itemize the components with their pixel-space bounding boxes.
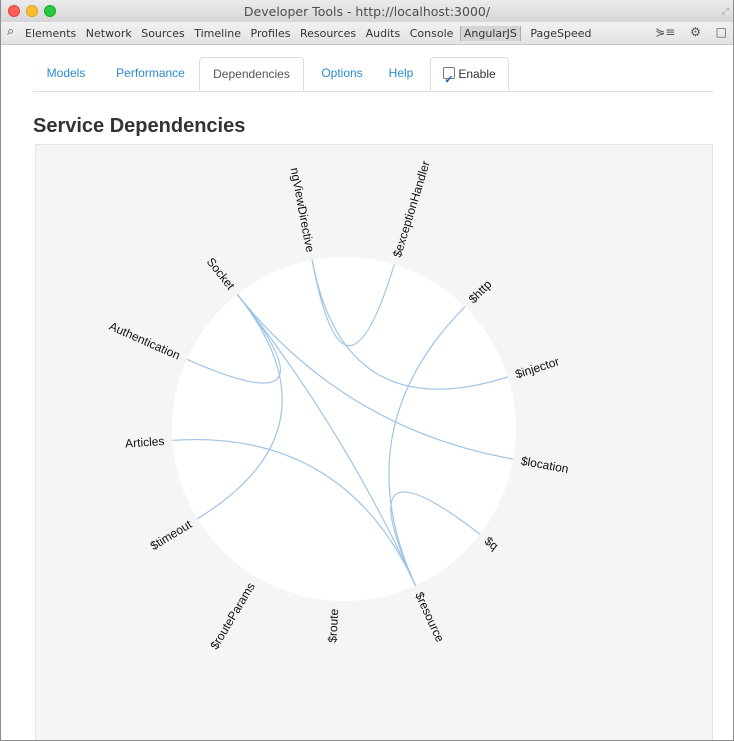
- tab-elements[interactable]: Elements: [25, 27, 76, 40]
- service-label-socket[interactable]: Socket: [204, 255, 238, 293]
- service-label-http[interactable]: $http: [466, 277, 495, 306]
- resize-icon[interactable]: ⤢: [722, 6, 729, 17]
- tab-angularjs[interactable]: AngularJS: [459, 26, 521, 41]
- tab-network[interactable]: Network: [86, 27, 132, 40]
- search-icon[interactable]: ⌕: [7, 24, 14, 39]
- toolbar-icons: ⋟≡ ⚙ □: [644, 25, 727, 39]
- graph-circle: [172, 257, 516, 601]
- enable-checkbox[interactable]: [443, 64, 456, 97]
- tab-resources[interactable]: Resources: [300, 27, 356, 40]
- service-label-injector[interactable]: $injector: [514, 354, 561, 381]
- angularjs-panel: Models Performance Dependencies Options …: [1, 45, 733, 740]
- service-label-routeparams[interactable]: $routeParams: [207, 580, 258, 652]
- dependency-graph: $exceptionHandler $http $injector $location…: [107, 159, 570, 652]
- panel-tab-strip: Elements Network Sources Timeline Profil…: [25, 26, 598, 41]
- service-label-timeout[interactable]: $timeout: [148, 517, 195, 553]
- service-label-exceptionhandler[interactable]: $exceptionHandler: [390, 159, 433, 259]
- batarang-tab-bar: Models Performance Dependencies Options …: [33, 57, 713, 97]
- dock-icon[interactable]: □: [716, 25, 727, 39]
- page-title: Service Dependencies: [33, 115, 246, 137]
- tab-dependencies[interactable]: Dependencies: [199, 57, 304, 91]
- window-title: Developer Tools - http://localhost:3000/: [243, 4, 491, 19]
- gear-icon[interactable]: ⚙: [690, 25, 701, 39]
- title-bar: Developer Tools - http://localhost:3000/…: [1, 0, 733, 23]
- service-label-route[interactable]: $route: [325, 608, 341, 643]
- tab-help[interactable]: Help: [376, 57, 426, 90]
- enable-label: Enable: [458, 67, 496, 81]
- dependency-graph-panel: $exceptionHandler $http $injector $location…: [35, 144, 713, 740]
- tab-pagespeed[interactable]: PageSpeed: [530, 27, 591, 40]
- service-label-location[interactable]: $location: [520, 454, 570, 476]
- tab-audits[interactable]: Audits: [366, 27, 401, 40]
- devtools-toolbar: ⌕ Elements Network Sources Timeline Prof…: [1, 22, 733, 45]
- service-label-ngviewdirective[interactable]: ngViewDirective: [288, 167, 318, 254]
- tab-profiles[interactable]: Profiles: [251, 27, 291, 40]
- tab-sources[interactable]: Sources: [141, 27, 185, 40]
- tab-performance[interactable]: Performance: [103, 57, 198, 90]
- devtools-window: Developer Tools - http://localhost:3000/…: [0, 0, 734, 741]
- tab-models[interactable]: Models: [33, 57, 99, 90]
- service-label-resource[interactable]: $resource: [412, 590, 447, 645]
- enable-tab[interactable]: Enable: [430, 57, 509, 97]
- service-label-q[interactable]: $q: [482, 534, 501, 553]
- console-drawer-icon[interactable]: ⋟≡: [655, 25, 675, 39]
- service-label-authentication[interactable]: Authentication: [107, 319, 182, 363]
- tab-console[interactable]: Console: [410, 27, 454, 40]
- service-label-articles[interactable]: Articles: [125, 434, 165, 451]
- tab-timeline[interactable]: Timeline: [194, 27, 241, 40]
- tab-options[interactable]: Options: [308, 57, 376, 90]
